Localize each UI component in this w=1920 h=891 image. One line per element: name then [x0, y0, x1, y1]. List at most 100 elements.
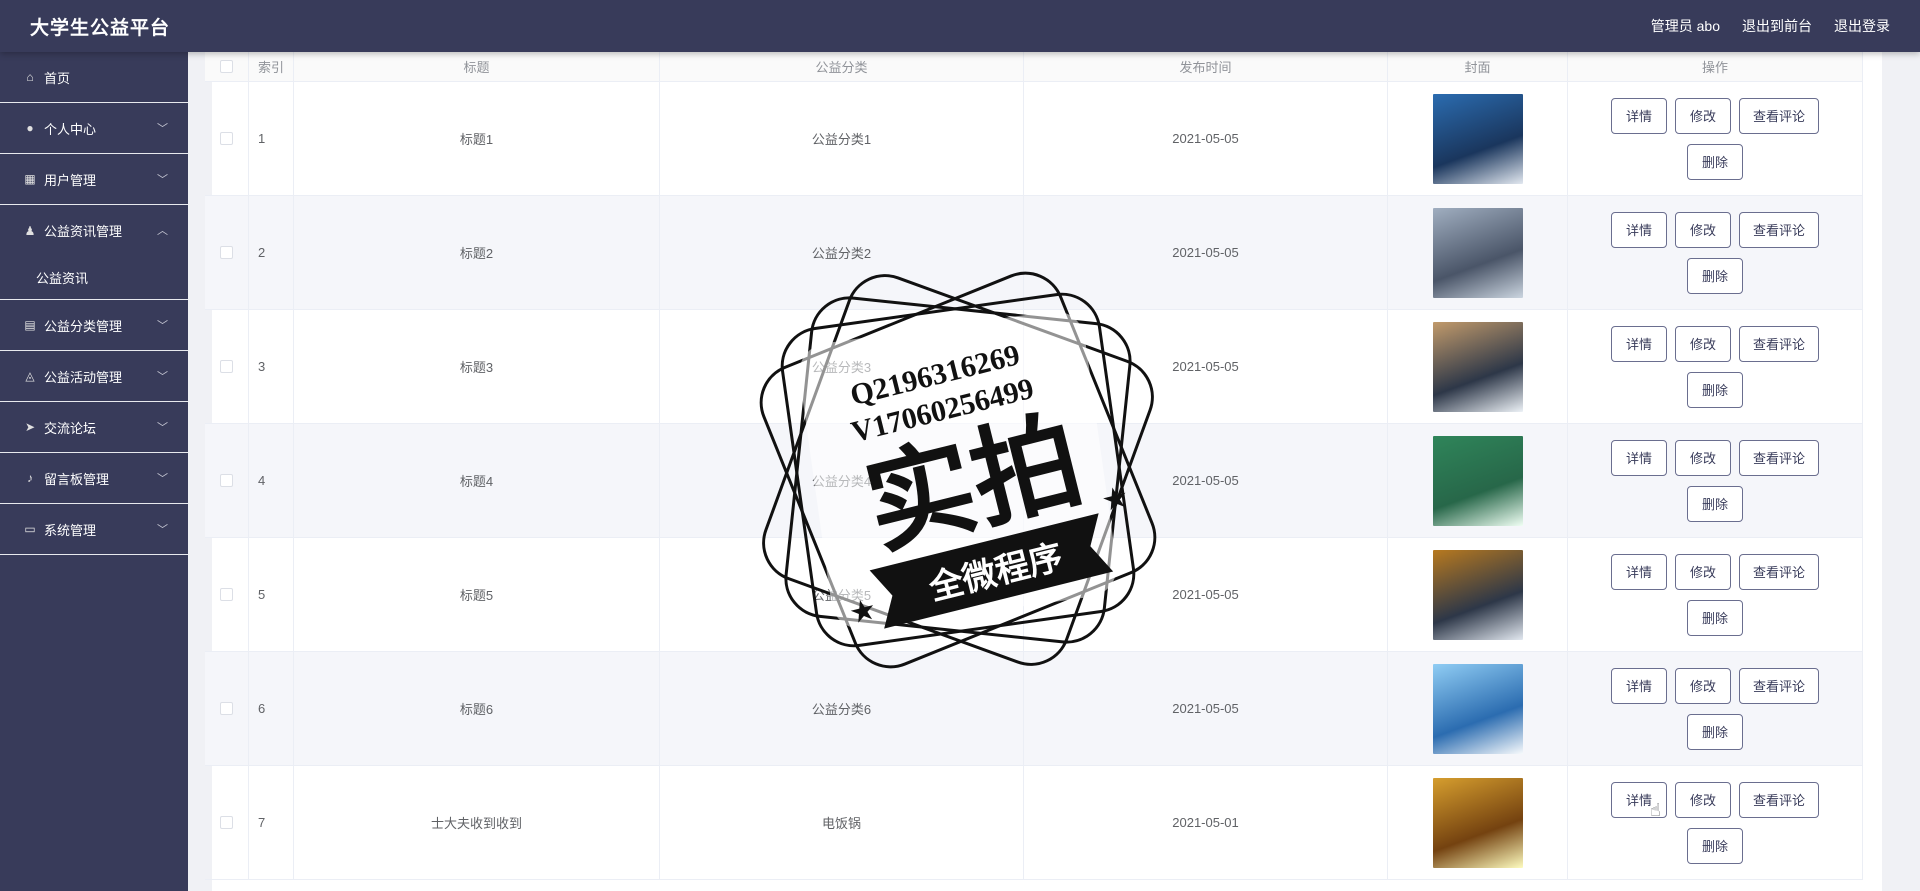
sidebar-item-users[interactable]: ▦ 用户管理 ﹀ — [0, 154, 188, 205]
cover-image[interactable] — [1432, 777, 1523, 868]
cell-cover — [1388, 424, 1568, 537]
sidebar-item-guestbook[interactable]: ♪ 留言板管理 ﹀ — [0, 453, 188, 504]
cell-title: 标题5 — [294, 538, 660, 651]
view-comments-button[interactable]: 查看评论 — [1739, 97, 1820, 134]
view-comments-button[interactable]: 查看评论 — [1739, 667, 1820, 704]
cell-ops: 详情 修改 查看评论 删除 — [1568, 196, 1863, 309]
message-icon: ▭ — [24, 522, 36, 536]
sidebar-item-category-mgmt[interactable]: ▤ 公益分类管理 ﹀ — [0, 300, 188, 351]
edit-button[interactable]: 修改 — [1674, 667, 1731, 704]
sidebar-item-forum[interactable]: ➤ 交流论坛 ﹀ — [0, 402, 188, 453]
sidebar-item-label: 首页 — [44, 70, 71, 86]
table-row: 3 标题3 公益分类3 2021-05-05 详情 修改 查看评论 删除 — [205, 310, 1863, 424]
row-checkbox-cell — [205, 424, 249, 537]
delete-button[interactable]: 删除 — [1686, 143, 1743, 180]
cover-image[interactable] — [1432, 663, 1523, 754]
edit-button[interactable]: 修改 — [1674, 325, 1731, 362]
select-all-checkbox[interactable] — [220, 60, 233, 73]
cell-date: 2021-05-05 — [1024, 82, 1388, 195]
detail-button[interactable]: 详情 — [1610, 667, 1667, 704]
chevron-down-icon: ﹀ — [157, 422, 168, 434]
sidebar-item-home[interactable]: ⌂ 首页 — [0, 52, 188, 103]
header-index: 索引 — [249, 52, 294, 81]
table-row: 1 标题1 公益分类1 2021-05-05 详情 修改 查看评论 删除 — [205, 82, 1863, 196]
person-icon: ♟ — [24, 223, 36, 238]
cell-index: 2 — [249, 196, 294, 309]
cell-index: 1 — [249, 82, 294, 195]
view-comments-button[interactable]: 查看评论 — [1739, 553, 1820, 590]
header-cover: 封面 — [1388, 52, 1568, 81]
edit-button[interactable]: 修改 — [1674, 211, 1731, 248]
edit-button[interactable]: 修改 — [1674, 553, 1731, 590]
sidebar-subitem-news[interactable]: 公益资讯 — [0, 256, 188, 300]
ops-line: 删除 — [1686, 257, 1743, 294]
row-checkbox[interactable] — [220, 246, 233, 259]
sidebar-item-system[interactable]: ▭ 系统管理 ﹀ — [0, 504, 188, 555]
cover-image[interactable] — [1432, 549, 1523, 640]
logout-link[interactable]: 退出登录 — [1834, 16, 1890, 36]
sidebar-subitem-label: 公益资讯 — [36, 271, 89, 286]
cell-index: 7 — [249, 766, 294, 879]
cover-image[interactable] — [1432, 93, 1523, 184]
cell-title: 标题1 — [294, 82, 660, 195]
ops-line: 详情 修改 查看评论 — [1610, 97, 1820, 134]
sidebar-item-label: 系统管理 — [44, 522, 97, 538]
ops-line: 详情 修改 查看评论 — [1610, 553, 1820, 590]
sidebar-item-label: 个人中心 — [44, 121, 97, 137]
table-row: 6 标题6 公益分类6 2021-05-05 详情 修改 查看评论 删除 — [205, 652, 1863, 766]
sidebar-item-profile[interactable]: ● 个人中心 ﹀ — [0, 103, 188, 154]
edit-button[interactable]: 修改 — [1674, 781, 1731, 818]
exit-to-front-link[interactable]: 退出到前台 — [1742, 16, 1812, 36]
delete-button[interactable]: 删除 — [1686, 713, 1743, 750]
ops-line: 删除 — [1686, 599, 1743, 636]
admin-user-link[interactable]: 管理员 abo — [1651, 16, 1720, 36]
detail-button[interactable]: 详情 — [1610, 211, 1667, 248]
cover-image[interactable] — [1432, 321, 1523, 412]
hand-pointer-icon: ☝ — [1650, 800, 1661, 820]
row-checkbox[interactable] — [220, 816, 233, 829]
cover-image[interactable] — [1432, 435, 1523, 526]
view-comments-button[interactable]: 查看评论 — [1739, 439, 1820, 476]
row-checkbox[interactable] — [220, 474, 233, 487]
table-row: 4 标题4 公益分类4 2021-05-05 详情 修改 查看评论 删除 — [205, 424, 1863, 538]
cell-index: 3 — [249, 310, 294, 423]
view-comments-button[interactable]: 查看评论 — [1739, 211, 1820, 248]
detail-button[interactable]: 详情 — [1610, 325, 1667, 362]
cover-image[interactable] — [1432, 207, 1523, 298]
detail-button[interactable]: 详情 — [1610, 439, 1667, 476]
delete-button[interactable]: 删除 — [1686, 827, 1743, 864]
header-date: 发布时间 — [1024, 52, 1388, 81]
ops-line: 删除 — [1686, 713, 1743, 750]
ops-line: 详情 修改 查看评论 — [1610, 211, 1820, 248]
delete-button[interactable]: 删除 — [1686, 371, 1743, 408]
cell-title: 士大夫收到收到 — [294, 766, 660, 879]
chevron-down-icon: ﹀ — [157, 473, 168, 485]
row-checkbox-cell — [205, 652, 249, 765]
sidebar-item-activity-mgmt[interactable]: ◬ 公益活动管理 ﹀ — [0, 351, 188, 402]
edit-button[interactable]: 修改 — [1674, 97, 1731, 134]
cell-cover — [1388, 766, 1568, 879]
chevron-up-icon: ︿ — [157, 225, 168, 237]
view-comments-button[interactable]: 查看评论 — [1739, 325, 1820, 362]
sidebar-item-news-mgmt[interactable]: ♟ 公益资讯管理 ︿ — [0, 205, 188, 256]
row-checkbox[interactable] — [220, 360, 233, 373]
edit-button[interactable]: 修改 — [1674, 439, 1731, 476]
delete-button[interactable]: 删除 — [1686, 257, 1743, 294]
header-ops: 操作 — [1568, 52, 1863, 81]
cell-date: 2021-05-05 — [1024, 538, 1388, 651]
delete-button[interactable]: 删除 — [1686, 485, 1743, 522]
detail-button[interactable]: 详情 — [1610, 97, 1667, 134]
detail-button[interactable]: 详情 — [1610, 553, 1667, 590]
row-checkbox[interactable] — [220, 702, 233, 715]
ops-line: 详情 修改 查看评论 — [1610, 781, 1820, 818]
view-comments-button[interactable]: 查看评论 — [1739, 781, 1820, 818]
delete-button[interactable]: 删除 — [1686, 599, 1743, 636]
sidebar-item-label: 公益活动管理 — [44, 369, 123, 385]
top-links: 管理员 abo 退出到前台 退出登录 — [1651, 16, 1890, 36]
cell-category: 公益分类2 — [660, 196, 1024, 309]
row-checkbox[interactable] — [220, 132, 233, 145]
row-checkbox-cell — [205, 766, 249, 879]
row-checkbox[interactable] — [220, 588, 233, 601]
sidebar: ⌂ 首页 ● 个人中心 ﹀ ▦ 用户管理 ﹀ ♟ 公益资讯管理 ︿ 公益资讯 ▤… — [0, 52, 188, 891]
sidebar-item-label: 公益资讯管理 — [44, 224, 123, 239]
